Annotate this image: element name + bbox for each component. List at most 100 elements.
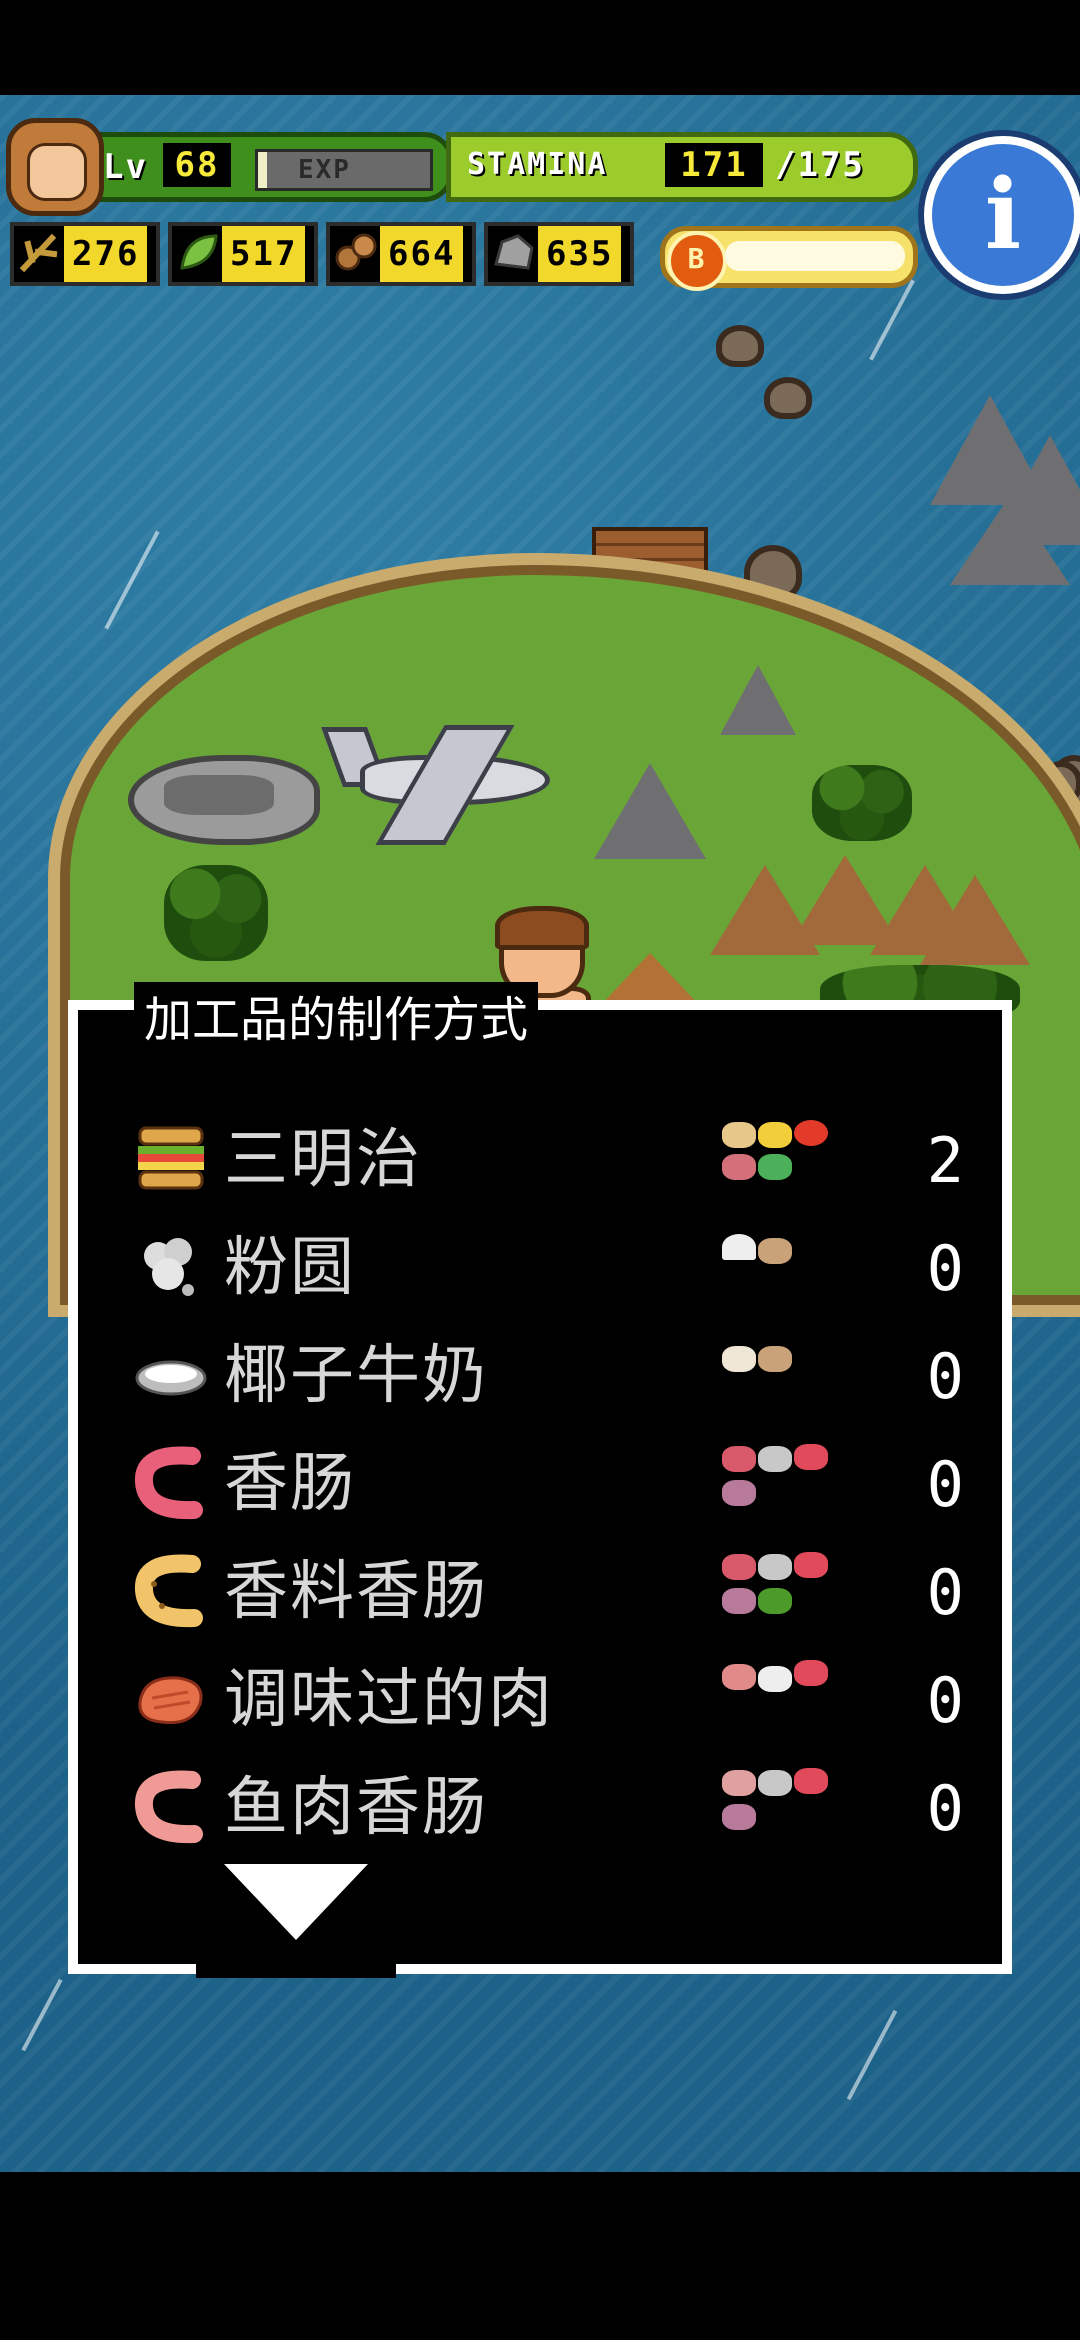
meat-icon [722, 1554, 756, 1580]
panel-tab-gap [196, 1964, 396, 1978]
recipe-row[interactable]: 香肠 0 [122, 1432, 992, 1532]
level-label: Lv [103, 147, 148, 187]
ingredients [722, 1444, 828, 1516]
recipe-name: 香肠 [224, 1447, 356, 1521]
rain-streak [21, 1978, 63, 2052]
avatar-face-icon [27, 143, 87, 201]
rain-streak [104, 530, 160, 630]
ingredients [722, 1768, 828, 1840]
stamina-max: /175 [775, 145, 865, 185]
powder-icon [722, 1234, 756, 1260]
sea-mountain [950, 495, 1070, 585]
resource-value: 664 [380, 226, 464, 282]
stamina-label: STAMINA [467, 147, 608, 182]
branch-icon [19, 233, 58, 273]
recipe-name: 椰子牛奶 [224, 1339, 488, 1413]
recipe-row[interactable]: 香料香肠 0 [122, 1540, 992, 1640]
resource-value: 517 [222, 226, 306, 282]
stone-icon [494, 234, 534, 270]
exp-bar: EXP [255, 149, 433, 191]
recipe-count: 0 [926, 1340, 964, 1413]
recipe-row[interactable]: 鱼肉香肠 0 [122, 1756, 992, 1856]
garlic-icon [758, 1446, 792, 1472]
rock-formation [720, 665, 796, 735]
lettuce-icon [758, 1154, 792, 1180]
info-icon: i [984, 158, 1022, 271]
dirt-hill [920, 875, 1030, 965]
level-value: 68 [163, 143, 231, 187]
bush[interactable] [164, 865, 268, 961]
stamina-bar: STAMINA 171 /175 [446, 132, 918, 202]
coin-icon: B [667, 231, 727, 291]
recipe-count: 0 [926, 1556, 964, 1629]
garlic-icon [758, 1770, 792, 1796]
raw-meat-icon [794, 1552, 828, 1578]
recipe-row[interactable]: 调味过的肉 0 [122, 1648, 992, 1748]
recipe-count: 0 [926, 1448, 964, 1521]
coconut-milk-icon [135, 1360, 207, 1396]
resource-leaf: 517 [168, 222, 318, 286]
coin-fill [725, 241, 905, 271]
info-button[interactable]: i [924, 136, 1080, 294]
ingredients [722, 1120, 828, 1192]
recipe-panel: 加工品的制作方式 三明治 2 粉圆 0 椰子牛奶 0 香肠 0 香料香肠 0 调… [68, 982, 1012, 1978]
tapioca-icon [144, 1238, 194, 1296]
palm-bush[interactable] [812, 765, 912, 841]
tomato-icon [794, 1120, 828, 1146]
cheese-icon [758, 1122, 792, 1148]
rain-streak [846, 2009, 898, 2101]
gut-icon [722, 1588, 756, 1614]
resource-value: 276 [64, 226, 148, 282]
coconut-flesh-icon [722, 1346, 756, 1372]
recipe-name: 香料香肠 [224, 1555, 488, 1629]
scroll-down-arrow-icon[interactable] [224, 1864, 368, 1940]
sea-rock [764, 377, 812, 419]
resource-stone: 635 [484, 222, 634, 286]
exp-label: EXP [298, 155, 351, 185]
leaf-icon [180, 234, 218, 270]
gut-icon [722, 1804, 756, 1830]
ingredients [722, 1336, 826, 1408]
coconut-bowl-icon [758, 1238, 792, 1264]
recipe-count: 0 [926, 1232, 964, 1305]
herb-icon [758, 1588, 792, 1614]
player-avatar[interactable] [6, 118, 104, 216]
resource-branch: 276 [10, 222, 160, 286]
boat[interactable] [128, 755, 320, 845]
sandwich-icon [138, 1126, 204, 1190]
spiced-sausage-icon [135, 1554, 203, 1628]
fish-icon [722, 1770, 756, 1796]
recipe-name: 鱼肉香肠 [224, 1771, 488, 1845]
nuts-icon [335, 233, 377, 271]
recipe-row[interactable]: 粉圆 0 [122, 1216, 992, 1316]
resource-value: 635 [538, 226, 622, 282]
salt-icon [758, 1666, 792, 1692]
recipe-name: 粉圆 [224, 1231, 356, 1305]
raw-meat-icon [794, 1660, 828, 1686]
garlic-icon [758, 1554, 792, 1580]
level-bar: Lv 68 EXP [88, 132, 454, 202]
recipe-name: 调味过的肉 [224, 1663, 554, 1737]
status-hud: Lv 68 EXP STAMINA 171 /175 [0, 118, 1080, 216]
ingredients [722, 1660, 828, 1732]
fish-sausage-icon [135, 1770, 203, 1844]
bread-icon [722, 1122, 756, 1148]
recipe-row[interactable]: 椰子牛奶 0 [122, 1324, 992, 1424]
panel-title: 加工品的制作方式 [134, 982, 539, 1058]
rock-formation [594, 763, 706, 859]
recipe-row[interactable]: 三明治 2 [122, 1108, 992, 1208]
recipe-count: 2 [926, 1124, 964, 1197]
exp-fill [258, 152, 267, 188]
raw-meat-icon [794, 1444, 828, 1470]
sea-rock [716, 325, 764, 367]
seasoned-meat-icon [138, 1676, 203, 1725]
coconut-bowl-icon [758, 1346, 792, 1372]
recipe-count: 0 [926, 1772, 964, 1845]
meat-icon [722, 1664, 756, 1690]
meat-icon [722, 1446, 756, 1472]
ingredients [722, 1228, 826, 1300]
sausage-icon [135, 1446, 203, 1520]
recipe-name: 三明治 [224, 1123, 422, 1197]
coin-gauge[interactable]: B [660, 226, 918, 291]
meat-icon [722, 1154, 756, 1180]
